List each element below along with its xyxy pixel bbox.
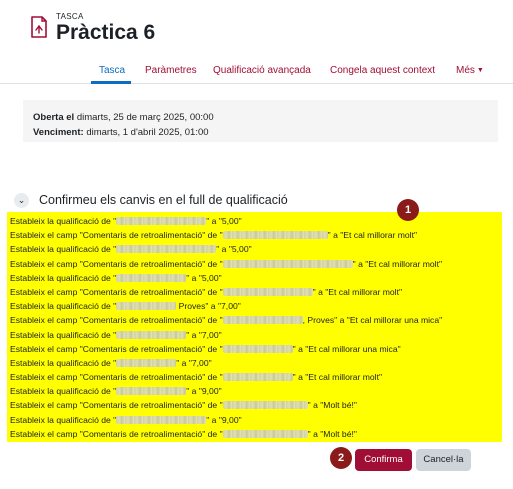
change-line-suffix: " a "Et cal millorar molt" — [327, 230, 418, 241]
change-line: Estableix la qualificació de " " a "7,00" — [7, 356, 502, 370]
change-line: Estableix el camp "Comentaris de retroal… — [7, 257, 502, 271]
change-line-prefix: Estableix la qualificació de " — [10, 301, 117, 312]
confirm-button[interactable]: Confirma — [355, 449, 412, 471]
change-line: Estableix el camp "Comentaris de retroal… — [7, 370, 502, 384]
change-line-prefix: Estableix la qualificació de " — [10, 414, 117, 425]
redacted-name — [222, 401, 308, 410]
change-line-suffix: " a "5,00" — [206, 216, 242, 226]
change-line-prefix: Estableix la qualificació de " — [10, 329, 117, 340]
change-line: Estableix la qualificació de " " a "9,00" — [7, 413, 502, 427]
tab-qualificacio-avancada[interactable]: Qualificació avançada — [213, 65, 311, 76]
chevron-down-icon: ▼ — [476, 67, 484, 74]
redacted-name — [222, 429, 308, 438]
changes-list: Estableix la qualificació de " " a "5,00"… — [7, 212, 502, 442]
redacted-name — [116, 387, 187, 396]
change-line-suffix: " a "9,00" — [186, 386, 222, 397]
redacted-name — [116, 415, 207, 424]
redacted-name — [116, 302, 177, 311]
redacted-name — [116, 273, 187, 282]
change-line-prefix: Estableix la qualificació de " — [10, 357, 117, 368]
annotation-badge-2: 2 — [330, 447, 352, 469]
chevron-down-icon[interactable]: ⌄ — [14, 193, 29, 208]
change-line: Estableix el camp "Comentaris de retroal… — [7, 228, 502, 242]
change-line-suffix: " a "5,00" — [186, 272, 222, 283]
change-line-suffix: " a "9,00" — [206, 414, 242, 425]
tab-parametres[interactable]: Paràmetres — [145, 65, 197, 76]
change-line-suffix: " a "5,00" — [216, 244, 252, 255]
change-line-prefix: Estableix la qualificació de " — [10, 386, 117, 397]
change-line-suffix: , Proves" a "Et cal millorar una mica" — [302, 315, 443, 326]
redacted-name — [222, 259, 353, 268]
redacted-name — [116, 217, 207, 225]
change-line-suffix: " a "Molt bé!" — [307, 400, 357, 411]
redacted-name — [222, 316, 303, 325]
active-tab-indicator — [91, 81, 131, 84]
tab-congela-context[interactable]: Congela aquest context — [330, 65, 435, 76]
confirm-section-title: Confirmeu els canvis en el full de quali… — [39, 193, 288, 207]
cancel-button[interactable]: Cancel·la — [416, 449, 471, 471]
change-line-prefix: Estableix el camp "Comentaris de retroal… — [10, 428, 223, 439]
change-line: Estableix el camp "Comentaris de retroal… — [7, 427, 502, 441]
change-line-prefix: Estableix el camp "Comentaris de retroal… — [10, 286, 223, 297]
change-line-suffix: Proves" a "7,00" — [176, 301, 241, 312]
change-line: Estableix el camp "Comentaris de retroal… — [7, 398, 502, 412]
change-line-suffix: " a "7,00" — [186, 329, 222, 340]
change-line-prefix: Estableix el camp "Comentaris de retroal… — [10, 315, 223, 326]
change-line: Estableix la qualificació de " Proves" a… — [7, 299, 502, 313]
change-line: Estableix la qualificació de " " a "9,00" — [7, 384, 502, 398]
change-line: Estableix la qualificació de " " a "5,00" — [7, 214, 502, 228]
change-line: Estableix el camp "Comentaris de retroal… — [7, 313, 502, 327]
change-line-prefix: Estableix el camp "Comentaris de retroal… — [10, 343, 223, 354]
change-line-suffix: " a "Molt bé!" — [307, 428, 357, 439]
redacted-name — [222, 287, 313, 296]
change-line-prefix: Estableix la qualificació de " — [10, 216, 117, 226]
change-line-prefix: Estableix la qualificació de " — [10, 272, 117, 283]
page-title: Pràctica 6 — [56, 21, 156, 44]
change-line-prefix: Estableix el camp "Comentaris de retroal… — [10, 230, 223, 241]
change-line: Estableix el camp "Comentaris de retroal… — [7, 285, 502, 299]
redacted-name — [222, 344, 293, 353]
change-line: Estableix la qualificació de " " a "5,00" — [7, 271, 502, 285]
change-line-prefix: Estableix el camp "Comentaris de retroal… — [10, 372, 223, 383]
change-line: Estableix la qualificació de " " a "5,00" — [7, 242, 502, 256]
redacted-name — [116, 330, 187, 339]
redacted-name — [116, 358, 177, 367]
assignment-icon — [31, 16, 47, 38]
change-line-suffix: " a "Et cal millorar molt" — [312, 286, 403, 297]
redacted-name — [116, 245, 217, 254]
redacted-name — [222, 373, 293, 382]
change-line-suffix: " a "Et cal millorar una mica" — [292, 343, 401, 354]
due-date-row: Venciment: dimarts, 1 d'abril 2025, 01:0… — [33, 125, 488, 140]
tab-tasca[interactable]: Tasca — [99, 65, 125, 76]
annotation-badge-1: 1 — [397, 199, 419, 221]
change-line: Estableix la qualificació de " " a "7,00" — [7, 328, 502, 342]
open-date-value: dimarts, 25 de març 2025, 00:00 — [76, 112, 214, 123]
change-line-suffix: " a "Et cal millorar molt" — [292, 372, 383, 383]
tab-mes-label: Més — [456, 65, 475, 76]
activity-dates: Oberta el dimarts, 25 de març 2025, 00:0… — [23, 100, 498, 142]
module-type-label: TASCA — [56, 12, 84, 21]
change-line-prefix: Estableix el camp "Comentaris de retroal… — [10, 258, 223, 269]
due-date-value: dimarts, 1 d'abril 2025, 01:00 — [86, 127, 209, 138]
change-line-suffix: " a "7,00" — [176, 357, 212, 368]
open-date-row: Oberta el dimarts, 25 de març 2025, 00:0… — [33, 110, 488, 125]
redacted-name — [222, 231, 328, 240]
change-line: Estableix el camp "Comentaris de retroal… — [7, 342, 502, 356]
open-date-label: Oberta el — [33, 112, 75, 123]
due-date-label: Venciment: — [33, 127, 84, 138]
change-line-prefix: Estableix la qualificació de " — [10, 244, 117, 255]
change-line-prefix: Estableix el camp "Comentaris de retroal… — [10, 400, 223, 411]
tab-mes[interactable]: Més ▼ — [456, 65, 484, 76]
secondary-navigation: Tasca Paràmetres Qualificació avançada C… — [0, 58, 513, 84]
change-line-suffix: " a "Et cal millorar molt" — [352, 258, 443, 269]
